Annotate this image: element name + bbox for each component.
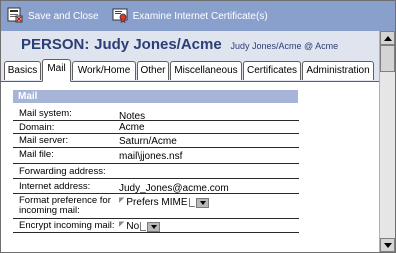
person-full-name: Judy Jones/Acme @ Acme: [230, 41, 339, 51]
save-and-close-label: Save and Close: [28, 10, 99, 22]
format-preference-value: Prefers MIME: [126, 197, 188, 208]
form-type-label: PERSON: [21, 36, 85, 53]
tab-basics[interactable]: Basics: [4, 61, 41, 80]
mail-fields-table: Mail system: Notes Domain: Acme Mail ser…: [13, 106, 299, 233]
mail-server-value[interactable]: Saturn/Acme: [119, 136, 177, 147]
domain-value[interactable]: Acme: [119, 122, 145, 133]
encrypt-incoming-label: Encrypt incoming mail:: [19, 220, 115, 231]
certificate-icon: [112, 7, 128, 26]
forwarding-address-label: Forwarding address:: [19, 166, 106, 177]
field-bracket-icon: [140, 222, 147, 231]
document-header: PERSON: Judy Jones/Acme Judy Jones/Acme …: [1, 31, 379, 58]
table-row: Mail system: Notes: [13, 106, 299, 122]
tab-work-home[interactable]: Work/Home: [72, 61, 136, 80]
tab-other[interactable]: Other: [137, 61, 169, 80]
section-header-mail: Mail: [13, 90, 298, 103]
mail-file-value[interactable]: mail\jjones.nsf: [119, 151, 182, 162]
field-marker-icon: ◤: [119, 220, 125, 228]
table-row: Format preference for incoming mail: ◤ P…: [13, 194, 299, 219]
encrypt-incoming-value: No: [126, 221, 140, 232]
field-bracket-icon: [188, 198, 195, 207]
table-row: Encrypt incoming mail: ◤ No: [13, 219, 299, 233]
person-name: Judy Jones/Acme: [94, 36, 222, 53]
dropdown-arrow-icon[interactable]: [147, 221, 161, 232]
dropdown-arrow-icon[interactable]: [195, 197, 209, 208]
encrypt-incoming-select[interactable]: ◤ No: [119, 220, 161, 232]
mail-file-label: Mail file:: [19, 149, 54, 160]
examine-certificate-label: Examine Internet Certificate(s): [132, 10, 268, 22]
table-row: Internet address: Judy_Jones@acme.com: [13, 179, 299, 194]
mail-system-label: Mail system:: [19, 108, 72, 119]
scroll-up-arrow-icon[interactable]: [380, 31, 395, 45]
examine-certificate-button[interactable]: Examine Internet Certificate(s): [109, 5, 271, 27]
mail-server-label: Mail server:: [19, 135, 69, 146]
domain-label: Domain:: [19, 122, 55, 133]
table-row: Domain: Acme: [13, 121, 299, 134]
tab-administration[interactable]: Administration: [302, 61, 374, 80]
format-preference-select[interactable]: ◤ Prefers MIME: [119, 197, 209, 208]
format-preference-label-line2: incoming mail:: [19, 205, 80, 216]
action-bar: Save and Close Examine Internet Certific…: [1, 1, 395, 31]
save-close-icon: [7, 7, 23, 26]
tab-certificates[interactable]: Certificates: [243, 61, 301, 80]
tab-mail[interactable]: Mail: [42, 59, 71, 82]
scroll-thumb[interactable]: [380, 45, 395, 72]
person-document-window: Save and Close Examine Internet Certific…: [0, 0, 396, 253]
tab-strip: Basics Mail Work/Home Other Miscellaneou…: [1, 58, 379, 82]
table-row: Forwarding address:: [13, 164, 299, 179]
vertical-scrollbar[interactable]: [379, 31, 395, 252]
internet-address-value[interactable]: Judy_Jones@acme.com: [119, 183, 229, 194]
field-marker-icon: ◤: [119, 196, 125, 204]
scroll-down-arrow-icon[interactable]: [380, 238, 395, 252]
table-row: Mail file: mail\jjones.nsf: [13, 148, 299, 164]
page-title: PERSON: Judy Jones/Acme Judy Jones/Acme …: [21, 36, 339, 53]
mail-tab-content: Mail Mail system: Notes Domain: Acme Mai…: [1, 82, 379, 252]
save-and-close-button[interactable]: Save and Close: [4, 5, 102, 27]
table-row: Mail server: Saturn/Acme: [13, 134, 299, 148]
tab-miscellaneous[interactable]: Miscellaneous: [170, 61, 242, 80]
internet-address-label: Internet address:: [19, 181, 91, 192]
